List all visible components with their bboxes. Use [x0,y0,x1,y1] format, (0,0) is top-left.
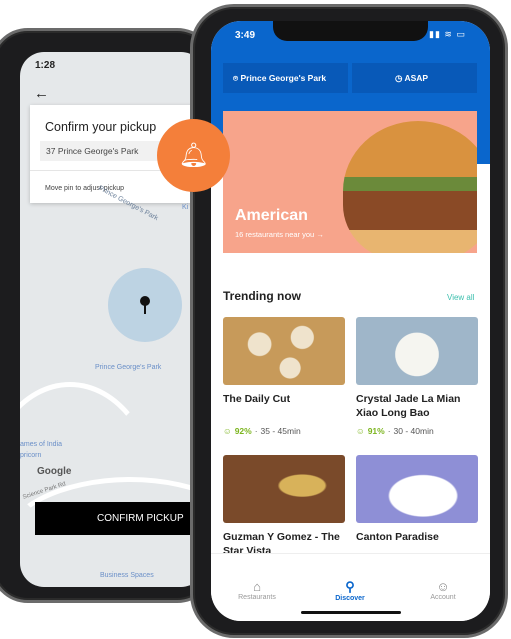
home-indicator [301,611,401,614]
pickup-title: Confirm your pickup [45,120,157,134]
restaurant-name[interactable]: The Daily Cut [223,392,345,406]
restaurant-image[interactable] [356,317,478,385]
banner-subtitle: 16 restaurants near you [235,230,315,239]
rating: 91% [367,426,385,436]
map-pin-stem [144,304,146,314]
location-label: Prince George's Park [240,73,327,83]
nav-label: Discover [335,595,365,602]
location-button[interactable]: ⌾ Prince George's Park [223,63,348,93]
restaurant-name[interactable]: Crystal Jade La Mian Xiao Long Bao [356,392,478,420]
status-time: 3:49 [235,30,256,41]
bell-icon: 🔔︎ [157,119,230,192]
view-all-link[interactable]: View all [447,293,474,302]
restaurant-image[interactable] [223,317,345,385]
banner-subtitle-row: 16 restaurants near you → [235,230,324,239]
map-label-park: Prince George's Park [95,364,162,371]
notch [273,21,428,41]
nav-discover[interactable]: ⚲ Discover [315,579,385,602]
home-icon: ⌂ [253,579,261,594]
timing-button[interactable]: ◷ ASAP [352,63,477,93]
nav-label: Account [430,594,456,601]
restaurant-image[interactable] [223,455,345,523]
map-label: pricorn [20,452,42,459]
restaurant-name[interactable]: Canton Paradise [356,530,478,544]
smiley-icon: ☺ [223,426,232,436]
nav-label: Restaurants [238,594,276,601]
section-title: Trending now [223,289,301,303]
restaurant-image[interactable] [356,455,478,523]
cuisine-banner[interactable]: American 16 restaurants near you → [223,111,477,253]
user-icon: ☺ [436,579,450,594]
map-label: ames of India [20,441,63,448]
discover-screen: 3:49 ▮▮ ≋ ▭ ⌾ Prince George's Park ◷ ASA… [211,21,490,621]
smiley-icon: ☺ [356,426,365,436]
back-arrow-icon[interactable]: ← [34,85,49,102]
map-label: Business Spaces [100,572,154,579]
map-label: Ki [182,204,189,211]
arrow-right-icon: → [316,230,324,239]
status-time: 1:28 [35,60,56,71]
timing-label: ASAP [404,73,429,83]
nav-restaurants[interactable]: ⌂ Restaurants [222,579,292,601]
delivery-time: 35 - 45min [260,426,301,436]
banner-title: American [235,207,308,224]
restaurant-meta: ☺ 91% · 30 - 40min [356,426,434,436]
restaurant-meta: ☺ 92% · 35 - 45min [223,426,301,436]
google-logo: Google [37,466,72,477]
search-icon: ⚲ [345,579,355,594]
rating: 92% [234,426,252,436]
burger-image [343,121,477,253]
delivery-time: 30 - 40min [393,426,434,436]
status-icons: ▮▮ ≋ ▭ [429,29,466,39]
confirm-pickup-button[interactable]: CONFIRM PICKUP [35,502,205,535]
nav-account[interactable]: ☺ Account [408,579,478,601]
